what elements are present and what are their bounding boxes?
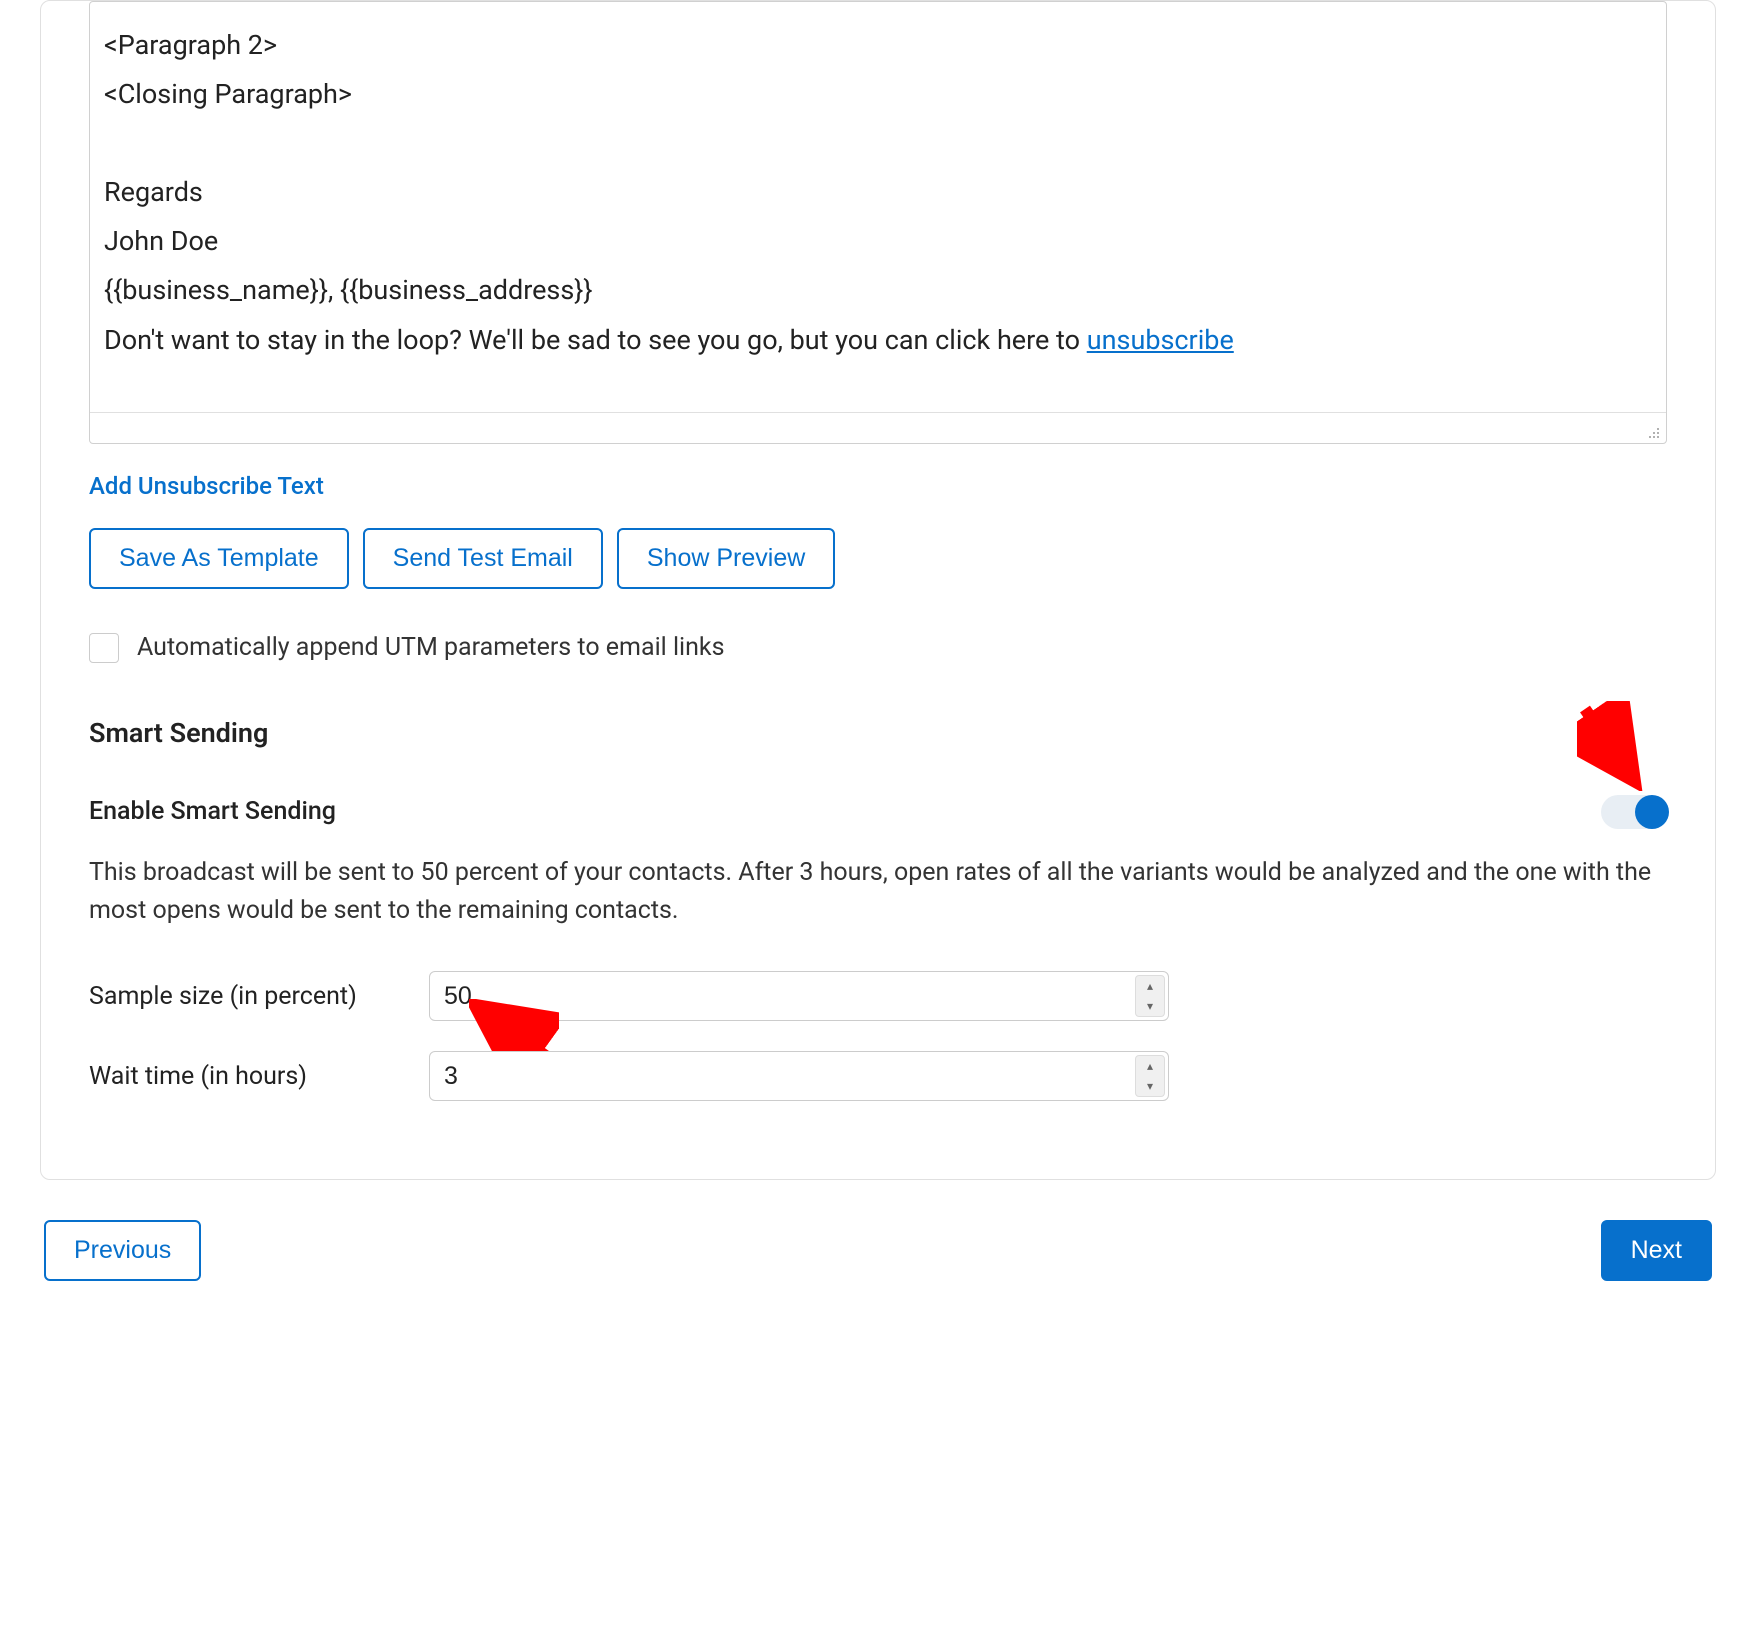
settings-card: <Paragraph 2> <Closing Paragraph> Regard…	[40, 0, 1716, 1180]
template-button-row: Save As Template Send Test Email Show Pr…	[89, 528, 1667, 589]
smart-sending-heading: Smart Sending	[89, 717, 1667, 749]
utm-checkbox[interactable]	[89, 633, 119, 663]
utm-label: Automatically append UTM parameters to e…	[137, 633, 724, 662]
closing-paragraph: <Closing Paragraph>	[104, 77, 1652, 112]
wait-time-label: Wait time (in hours)	[89, 1062, 429, 1091]
send-test-email-button[interactable]: Send Test Email	[363, 528, 603, 589]
sample-size-stepper[interactable]: ▴ ▾	[1135, 975, 1165, 1017]
merge-fields: {{business_name}}, {{business_address}}	[104, 273, 1652, 308]
sample-size-input[interactable]	[429, 971, 1169, 1021]
next-button[interactable]: Next	[1601, 1220, 1712, 1281]
enable-smart-sending-toggle[interactable]	[1601, 795, 1667, 829]
wait-time-stepper[interactable]: ▴ ▾	[1135, 1055, 1165, 1097]
utm-row: Automatically append UTM parameters to e…	[89, 633, 1667, 663]
enable-smart-sending-row: Enable Smart Sending	[89, 795, 1667, 829]
wizard-footer: Previous Next	[40, 1220, 1716, 1281]
save-as-template-button[interactable]: Save As Template	[89, 528, 349, 589]
paragraph-2: <Paragraph 2>	[104, 28, 1652, 63]
wait-time-input[interactable]	[429, 1051, 1169, 1101]
email-body-editor[interactable]: <Paragraph 2> <Closing Paragraph> Regard…	[89, 1, 1667, 444]
regards-line: Regards	[104, 175, 1652, 210]
toggle-knob	[1635, 795, 1669, 829]
chevron-down-icon[interactable]: ▾	[1136, 996, 1164, 1016]
chevron-up-icon[interactable]: ▴	[1136, 1056, 1164, 1076]
editor-content[interactable]: <Paragraph 2> <Closing Paragraph> Regard…	[90, 2, 1666, 413]
show-preview-button[interactable]: Show Preview	[617, 528, 835, 589]
resize-grip-icon[interactable]	[1646, 425, 1662, 441]
add-unsubscribe-text-link[interactable]: Add Unsubscribe Text	[89, 472, 324, 500]
smart-sending-description: This broadcast will be sent to 50 percen…	[89, 854, 1667, 932]
sample-size-row: Sample size (in percent) ▴ ▾	[89, 971, 1667, 1021]
editor-statusbar	[90, 413, 1666, 443]
wait-time-row: Wait time (in hours) ▴ ▾	[89, 1051, 1667, 1101]
chevron-down-icon[interactable]: ▾	[1136, 1076, 1164, 1096]
sample-size-label: Sample size (in percent)	[89, 982, 429, 1011]
enable-smart-sending-label: Enable Smart Sending	[89, 797, 336, 826]
chevron-up-icon[interactable]: ▴	[1136, 976, 1164, 996]
unsubscribe-prefix: Don't want to stay in the loop? We'll be…	[104, 324, 1087, 356]
unsubscribe-line: Don't want to stay in the loop? We'll be…	[104, 323, 1652, 358]
previous-button[interactable]: Previous	[44, 1220, 201, 1281]
unsubscribe-link[interactable]: unsubscribe	[1087, 324, 1234, 356]
signer-name: John Doe	[104, 224, 1652, 259]
